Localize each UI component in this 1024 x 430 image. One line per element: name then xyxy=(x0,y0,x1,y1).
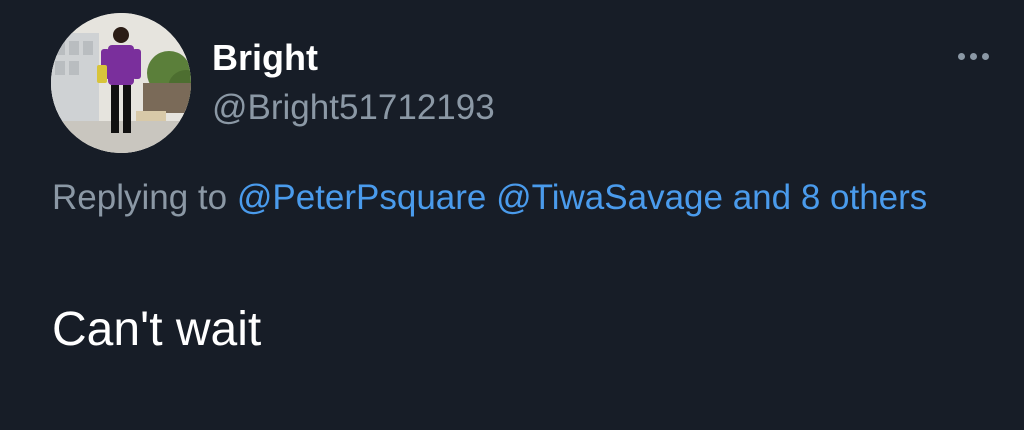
author-display-name[interactable]: Bright xyxy=(212,36,318,80)
tweet-card: Bright @Bright51712193 Replying to @Pete… xyxy=(0,0,1024,430)
avatar-photo xyxy=(51,13,191,153)
more-dot xyxy=(969,52,977,60)
mention-link[interactable]: @TiwaSavage xyxy=(496,178,723,217)
replying-to-label: Replying to xyxy=(52,178,228,217)
author-handle[interactable]: @Bright51712193 xyxy=(212,86,495,130)
others-link[interactable]: and 8 others xyxy=(733,178,928,217)
replying-to: Replying to @PeterPsquare @TiwaSavage an… xyxy=(52,170,952,226)
avatar[interactable] xyxy=(51,13,191,153)
tweet-text: Can't wait xyxy=(52,303,262,356)
more-dot xyxy=(981,52,989,60)
more-options-icon[interactable] xyxy=(950,42,996,70)
mention-link[interactable]: @PeterPsquare xyxy=(237,178,487,217)
more-dot xyxy=(957,52,965,60)
